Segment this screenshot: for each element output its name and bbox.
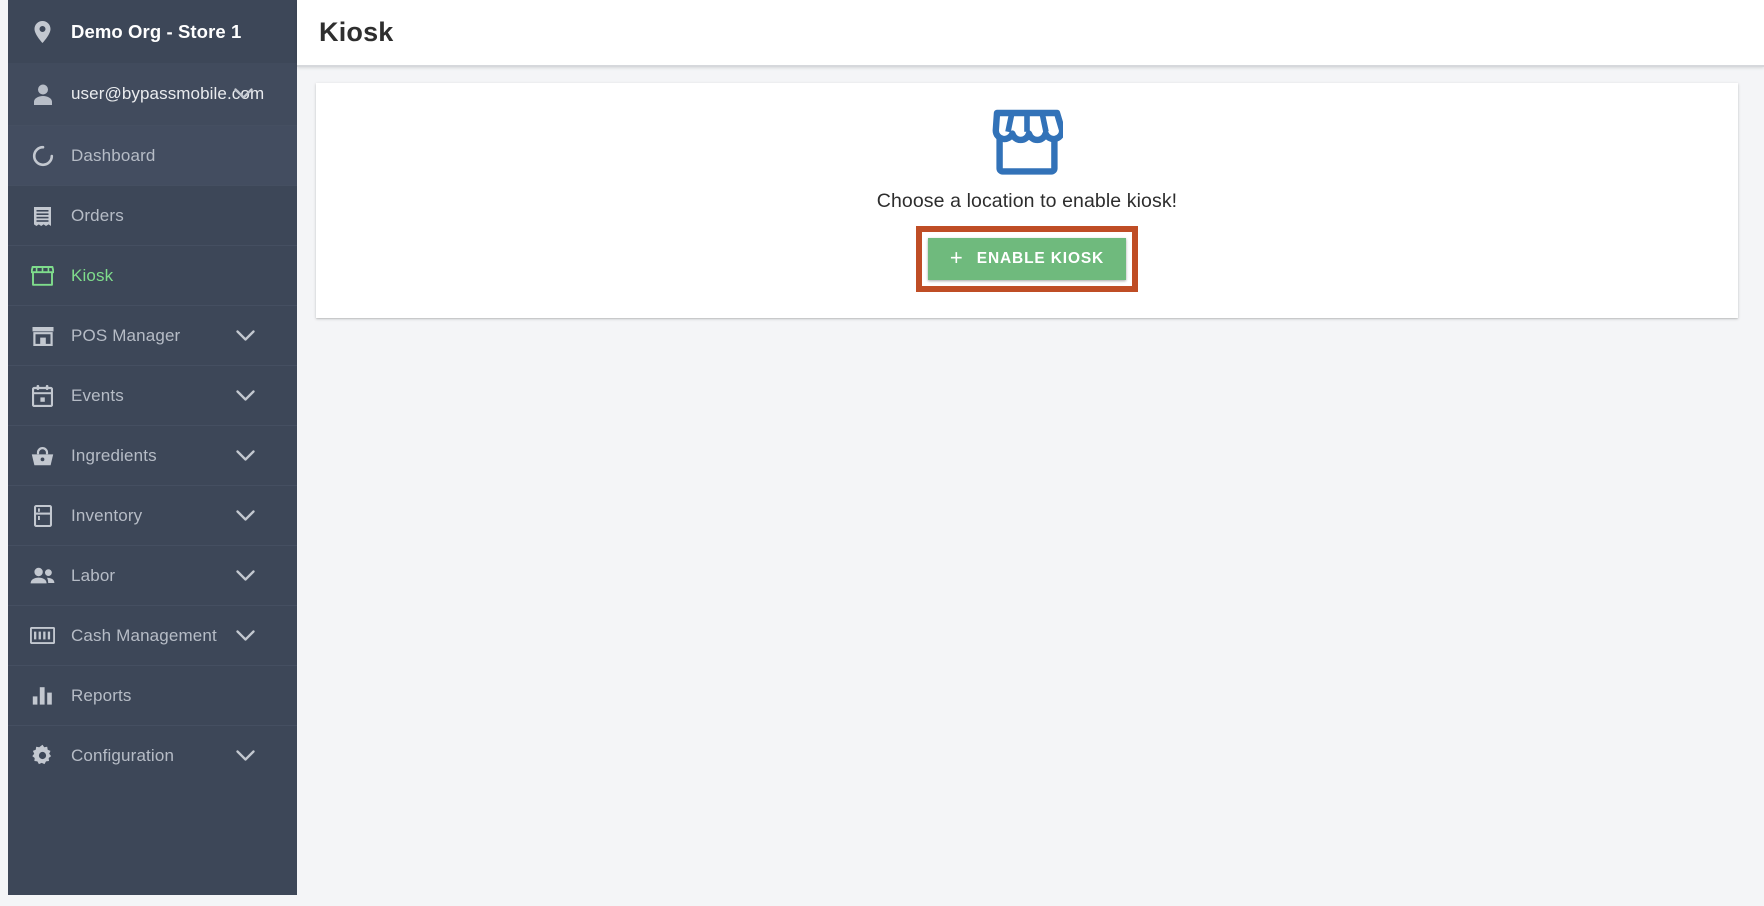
content-area: Choose a location to enable kiosk! + ENA… — [297, 67, 1764, 318]
gear-icon — [30, 743, 55, 768]
storefront-icon — [991, 109, 1066, 180]
user-menu[interactable]: user@bypassmobile.com — [8, 63, 297, 125]
chevron-down-icon[interactable] — [236, 509, 255, 522]
sidebar: Demo Org - Store 1 user@bypassmobile.com — [8, 0, 297, 895]
sidebar-item-inventory[interactable]: Inventory — [8, 485, 297, 545]
sidebar-item-labor[interactable]: Labor — [8, 545, 297, 605]
basket-icon — [30, 443, 55, 468]
sidebar-item-label: Reports — [71, 685, 132, 705]
sidebar-item-label: Labor — [71, 565, 116, 585]
main-content: Kiosk Choose a location to enable kiosk! — [297, 0, 1764, 906]
chevron-down-icon[interactable] — [236, 749, 255, 762]
kiosk-empty-state-card: Choose a location to enable kiosk! + ENA… — [316, 83, 1738, 318]
sidebar-item-events[interactable]: Events — [8, 365, 297, 425]
calendar-icon — [30, 383, 55, 408]
enable-kiosk-button-label: ENABLE KIOSK — [976, 250, 1105, 267]
sidebar-item-label: Inventory — [71, 505, 143, 525]
plus-icon: + — [949, 245, 963, 270]
sidebar-item-label: Dashboard — [71, 145, 156, 165]
sidebar-item-ingredients[interactable]: Ingredients — [8, 425, 297, 485]
chevron-down-icon[interactable] — [236, 629, 255, 642]
sidebar-item-label: Configuration — [71, 745, 175, 765]
org-selector[interactable]: Demo Org - Store 1 — [8, 0, 297, 63]
sidebar-item-configuration[interactable]: Configuration — [8, 725, 297, 785]
sidebar-nav: Dashboard Orders Kiosk POS Manager Event… — [8, 125, 297, 785]
page-title: Kiosk — [319, 17, 394, 47]
sidebar-item-cash-management[interactable]: Cash Management — [8, 605, 297, 665]
sidebar-item-label: Cash Management — [71, 625, 217, 645]
empty-state-message: Choose a location to enable kiosk! — [876, 190, 1178, 212]
kiosk-admin-page: Demo Org - Store 1 user@bypassmobile.com — [0, 0, 1764, 906]
receipt-icon — [30, 203, 55, 228]
pos-terminal-icon — [30, 323, 55, 348]
page-header: Kiosk — [297, 0, 1764, 67]
sidebar-item-label: Ingredients — [71, 445, 157, 465]
storefront-icon — [30, 263, 55, 288]
sidebar-item-label: Orders — [71, 205, 124, 225]
sidebar-item-reports[interactable]: Reports — [8, 665, 297, 725]
sidebar-item-orders[interactable]: Orders — [8, 185, 297, 245]
person-icon — [30, 82, 55, 107]
fridge-icon — [30, 503, 55, 528]
sidebar-item-label: Kiosk — [71, 265, 114, 285]
sidebar-item-label: POS Manager — [71, 325, 181, 345]
chevron-down-icon[interactable] — [234, 88, 253, 100]
bar-chart-icon — [30, 683, 55, 708]
sidebar-item-kiosk[interactable]: Kiosk — [8, 245, 297, 305]
people-icon — [30, 563, 55, 588]
chevron-down-icon[interactable] — [236, 329, 255, 342]
enable-kiosk-highlight: + ENABLE KIOSK — [915, 226, 1139, 292]
location-pin-icon — [30, 19, 55, 44]
sidebar-item-label: Events — [71, 385, 124, 405]
banknote-100-icon — [30, 623, 55, 648]
dashboard-ring-icon — [30, 143, 55, 168]
chevron-down-icon[interactable] — [236, 389, 255, 402]
sidebar-item-pos-manager[interactable]: POS Manager — [8, 305, 297, 365]
chevron-down-icon[interactable] — [236, 569, 255, 582]
enable-kiosk-button[interactable]: + ENABLE KIOSK — [927, 238, 1127, 280]
org-name-label: Demo Org - Store 1 — [71, 20, 242, 42]
chevron-down-icon[interactable] — [236, 449, 255, 462]
sidebar-item-dashboard[interactable]: Dashboard — [8, 125, 297, 185]
